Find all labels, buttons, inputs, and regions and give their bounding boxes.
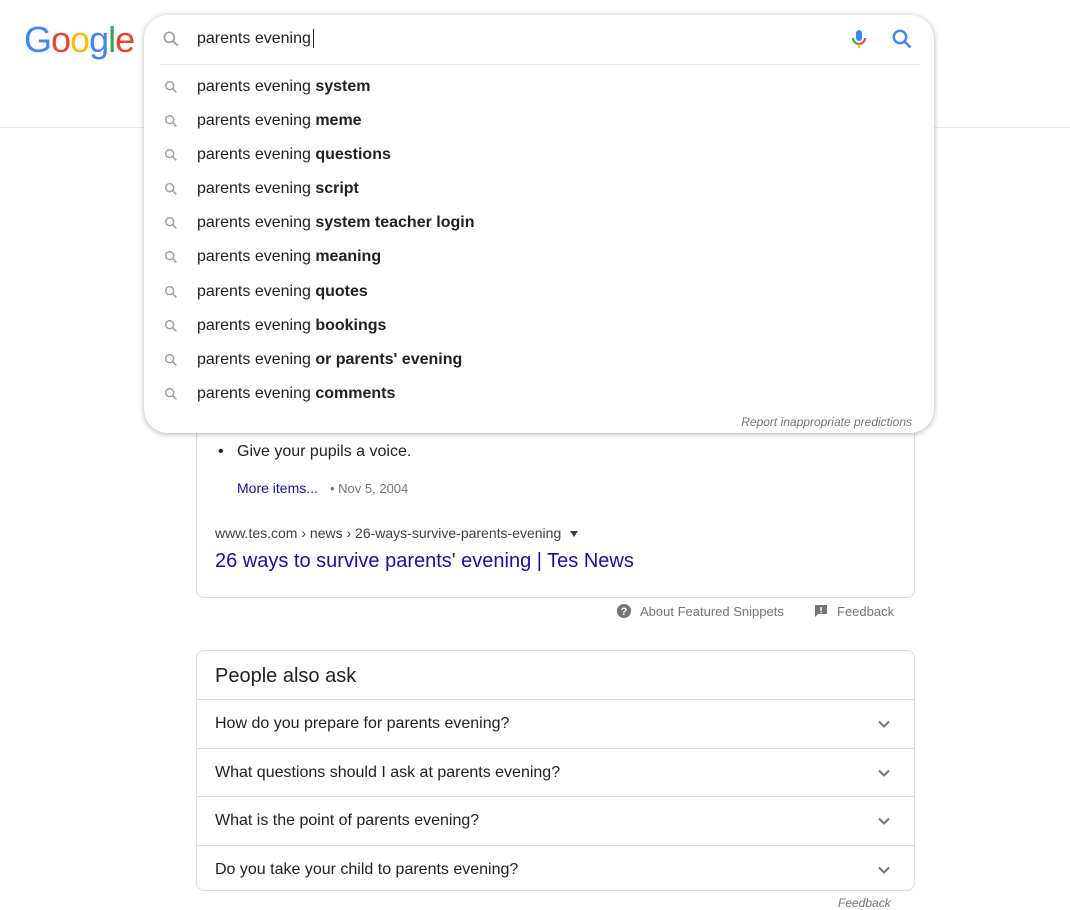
logo-letter: g bbox=[89, 19, 109, 60]
search-box: parents evening parents evening system p… bbox=[144, 15, 934, 433]
paa-question-text: What questions should I ask at parents e… bbox=[215, 763, 561, 781]
suggestion-prefix: parents evening bbox=[197, 282, 316, 300]
autocomplete-suggestion[interactable]: parents evening comments bbox=[144, 377, 934, 411]
search-icon bbox=[164, 319, 177, 332]
suggestion-text: parents evening bookings bbox=[197, 316, 386, 336]
chevron-down-icon bbox=[878, 866, 890, 874]
chevron-down-icon bbox=[878, 720, 890, 728]
autocomplete-suggestion[interactable]: parents evening or parents' evening bbox=[144, 343, 934, 377]
suggestion-prefix: parents evening bbox=[197, 214, 316, 232]
people-also-ask: People also ask How do you prepare for p… bbox=[196, 650, 915, 891]
autocomplete-list: parents evening system parents evening m… bbox=[144, 70, 934, 411]
google-logo[interactable]: Google bbox=[24, 19, 135, 60]
logo-letter: e bbox=[115, 19, 135, 60]
suggestion-completion: meaning bbox=[315, 248, 382, 266]
suggestion-completion: bookings bbox=[315, 316, 387, 334]
search-icon bbox=[164, 183, 177, 196]
search-icon bbox=[164, 251, 177, 264]
suggestion-prefix: parents evening bbox=[197, 112, 316, 130]
logo-letter: l bbox=[108, 19, 116, 60]
paa-question[interactable]: What is the point of parents evening? bbox=[197, 796, 914, 845]
suggestion-prefix: parents evening bbox=[197, 384, 316, 402]
logo-letter: G bbox=[24, 19, 52, 60]
logo-letter: o bbox=[70, 19, 90, 60]
suggestion-completion: comments bbox=[315, 384, 396, 402]
suggestion-completion: system teacher login bbox=[315, 214, 475, 232]
autocomplete-suggestion[interactable]: parents evening meme bbox=[144, 104, 934, 138]
paa-question[interactable]: What questions should I ask at parents e… bbox=[197, 747, 914, 797]
suggestion-completion: script bbox=[315, 180, 359, 198]
autocomplete-suggestion[interactable]: parents evening system teacher login bbox=[144, 206, 934, 240]
feedback-icon bbox=[815, 605, 827, 617]
suggestion-prefix: parents evening bbox=[197, 146, 316, 164]
logo-letter: o bbox=[51, 19, 71, 60]
suggestion-text: parents evening meme bbox=[197, 111, 362, 131]
more-items-link[interactable]: More items... bbox=[237, 480, 318, 496]
snippet-bullet: Give your pupils a voice. bbox=[218, 442, 411, 462]
feedback-link-bottom[interactable]: Feedback bbox=[838, 896, 891, 910]
suggestion-text: parents evening system bbox=[197, 77, 370, 97]
suggestion-text: parents evening questions bbox=[197, 145, 391, 165]
feedback-button[interactable]: Feedback bbox=[813, 603, 894, 619]
search-icon bbox=[164, 115, 177, 127]
search-query-text: parents evening bbox=[197, 30, 311, 47]
search-icon bbox=[163, 31, 179, 47]
autocomplete-suggestion[interactable]: parents evening questions bbox=[144, 138, 934, 172]
autocomplete-suggestion[interactable]: parents evening system bbox=[144, 70, 934, 104]
search-icon bbox=[164, 387, 177, 400]
people-also-ask-title: People also ask bbox=[215, 665, 357, 687]
result-title-link[interactable]: 26 ways to survive parents' evening | Te… bbox=[215, 548, 634, 574]
snippet-date: • Nov 5, 2004 bbox=[330, 481, 409, 496]
paa-list: How do you prepare for parents evening? … bbox=[197, 699, 914, 893]
search-submit-icon[interactable] bbox=[890, 27, 914, 51]
suggestion-completion: system bbox=[315, 78, 371, 95]
suggestion-prefix: parents evening bbox=[197, 350, 316, 368]
result-cite: www.tes.com › news › 26-ways-survive-par… bbox=[215, 525, 579, 541]
paa-question-text: Do you take your child to parents evenin… bbox=[215, 860, 519, 878]
chevron-down-icon bbox=[878, 817, 890, 825]
cite-menu-caret-icon[interactable] bbox=[570, 531, 579, 538]
report-predictions-link[interactable]: Report inappropriate predictions bbox=[741, 415, 912, 429]
suggestion-prefix: parents evening bbox=[197, 180, 316, 198]
help-icon: ? bbox=[617, 604, 631, 618]
suggestion-prefix: parents evening bbox=[197, 78, 316, 95]
suggestion-text: parents evening quotes bbox=[197, 282, 368, 302]
about-featured-snippets-label: About Featured Snippets bbox=[640, 604, 784, 619]
suggestion-completion: meme bbox=[315, 112, 362, 130]
search-input[interactable]: parents evening bbox=[144, 15, 934, 63]
suggestion-text: parents evening meaning bbox=[197, 247, 381, 267]
paa-question-text: What is the point of parents evening? bbox=[215, 812, 480, 829]
search-query[interactable]: parents evening bbox=[197, 29, 314, 49]
chevron-down-icon bbox=[878, 769, 890, 777]
mic-icon[interactable] bbox=[847, 27, 871, 51]
suggestion-text: parents evening script bbox=[197, 179, 359, 199]
search-icon bbox=[164, 149, 177, 162]
paa-question-text: How do you prepare for parents evening? bbox=[215, 715, 510, 732]
search-icon bbox=[164, 285, 177, 298]
suggestion-prefix: parents evening bbox=[197, 316, 316, 334]
snippet-bullet-text: Give your pupils a voice. bbox=[237, 443, 412, 460]
suggestion-text: parents evening comments bbox=[197, 384, 395, 404]
suggestion-text: parents evening or parents' evening bbox=[197, 350, 462, 370]
text-caret bbox=[312, 29, 314, 49]
search-icon bbox=[164, 217, 177, 230]
autocomplete-suggestion[interactable]: parents evening bookings bbox=[144, 309, 934, 343]
feedback-label: Feedback bbox=[837, 604, 895, 619]
suggestion-text: parents evening system teacher login bbox=[197, 213, 474, 233]
search-icon bbox=[164, 353, 177, 366]
paa-question[interactable]: Do you take your child to parents evenin… bbox=[197, 844, 914, 894]
result-url: www.tes.com › news › 26-ways-survive-par… bbox=[215, 525, 562, 541]
svg-text:?: ? bbox=[621, 606, 628, 618]
suggestion-completion: questions bbox=[315, 146, 391, 164]
paa-question[interactable]: How do you prepare for parents evening? bbox=[197, 699, 914, 748]
search-icon bbox=[164, 80, 177, 93]
suggestion-completion: or parents' evening bbox=[315, 350, 463, 368]
suggestion-prefix: parents evening bbox=[197, 248, 316, 266]
search-divider bbox=[159, 64, 920, 65]
about-featured-snippets[interactable]: ? About Featured Snippets bbox=[616, 603, 784, 619]
autocomplete-suggestion[interactable]: parents evening meaning bbox=[144, 240, 934, 274]
autocomplete-suggestion[interactable]: parents evening quotes bbox=[144, 275, 934, 309]
autocomplete-suggestion[interactable]: parents evening script bbox=[144, 172, 934, 206]
suggestion-completion: quotes bbox=[315, 282, 368, 300]
